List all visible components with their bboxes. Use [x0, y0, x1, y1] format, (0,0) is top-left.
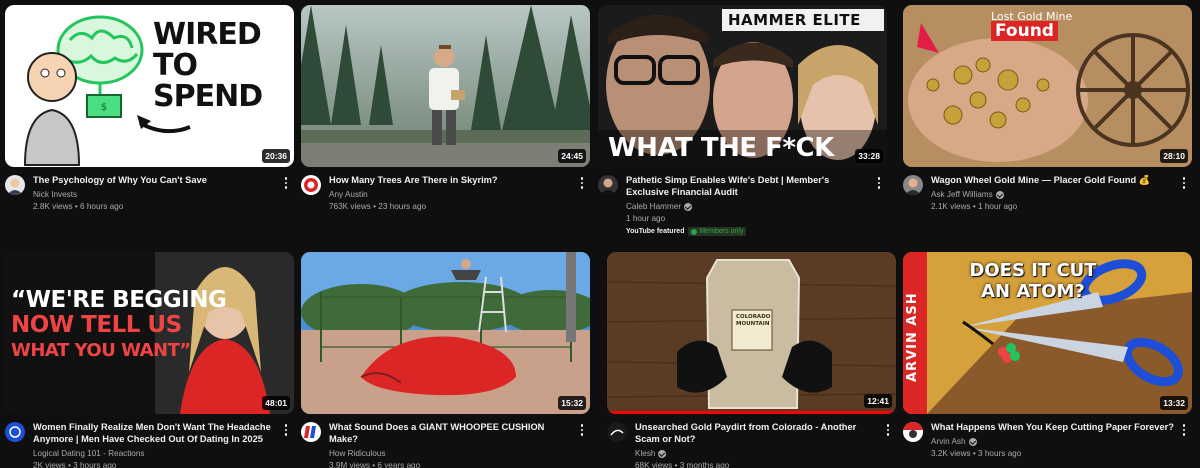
avatar[interactable]	[5, 175, 25, 195]
channel-name[interactable]: How Ridiculous	[329, 448, 385, 459]
verified-icon	[995, 190, 1004, 199]
thumbnail-image	[301, 252, 590, 414]
video-stats: 2.1K views • 1 hour ago	[931, 202, 1018, 211]
video-thumbnail[interactable]: ARVIN ASH DOES IT CUT AN ATOM? 13:32	[903, 252, 1192, 414]
video-title[interactable]: What Sound Does a GIANT WHOOPEE CUSHION …	[329, 421, 572, 445]
svg-text:$: $	[101, 102, 107, 113]
video-card[interactable]: 24:45 How Many Trees Are There in Skyrim…	[301, 5, 590, 212]
more-actions-icon[interactable]	[576, 421, 588, 439]
video-stats: 763K views • 23 hours ago	[329, 202, 427, 211]
channel-name[interactable]: Logical Dating 101 - Reactions	[33, 448, 145, 459]
thumbnail-image	[903, 5, 1192, 167]
thumbnail-image	[607, 252, 896, 414]
verified-icon	[968, 437, 977, 446]
verified-icon	[684, 202, 693, 211]
more-actions-icon[interactable]	[882, 421, 894, 439]
watch-progress-bar	[607, 411, 896, 414]
more-actions-icon[interactable]	[1178, 421, 1190, 439]
video-title[interactable]: Women Finally Realize Men Don't Want The…	[33, 421, 276, 445]
channel-name[interactable]: Klesh	[635, 448, 655, 459]
duration-badge: 15:32	[558, 396, 586, 410]
members-only-badge: Members only	[688, 227, 747, 236]
avatar[interactable]	[903, 422, 923, 442]
duration-badge: 33:28	[855, 149, 883, 163]
avatar[interactable]	[903, 175, 923, 195]
video-title[interactable]: What Happens When You Keep Cutting Paper…	[931, 421, 1174, 433]
video-card[interactable]: ARVIN ASH DOES IT CUT AN ATOM? 13:32 Wha…	[903, 252, 1192, 459]
video-stats: 2K views • 3 hours ago	[33, 461, 117, 468]
video-thumbnail[interactable]: COLORADO MOUNTAIN 12:41	[607, 252, 896, 414]
video-title[interactable]: How Many Trees Are There in Skyrim?	[329, 174, 572, 186]
thumbnail-image: $	[5, 5, 294, 167]
channel-name[interactable]: Caleb Hammer	[626, 201, 681, 212]
video-stats: 68K views • 3 months ago	[635, 461, 730, 468]
more-actions-icon[interactable]	[873, 174, 885, 192]
avatar[interactable]	[598, 175, 618, 195]
duration-badge: 13:32	[1160, 396, 1188, 410]
video-title[interactable]: Wagon Wheel Gold Mine — Placer Gold Foun…	[931, 174, 1174, 186]
channel-name[interactable]: Any Austin	[329, 189, 368, 200]
duration-badge: 24:45	[558, 149, 586, 163]
more-actions-icon[interactable]	[576, 174, 588, 192]
avatar[interactable]	[607, 422, 627, 442]
members-icon	[691, 228, 698, 235]
video-thumbnail[interactable]: HAMMER ELITE WHAT THE F*CK 33:28	[598, 5, 887, 167]
video-thumbnail[interactable]: 15:32	[301, 252, 590, 414]
more-actions-icon[interactable]	[280, 174, 292, 192]
video-title[interactable]: Pathetic Simp Enables Wife's Debt | Memb…	[626, 174, 869, 198]
duration-badge: 48:01	[262, 396, 290, 410]
video-thumbnail[interactable]: “WE'RE BEGGING NOW TELL US WHAT YOU WANT…	[5, 252, 294, 414]
avatar[interactable]	[301, 422, 321, 442]
video-stats: 3.2K views • 3 hours ago	[931, 449, 1022, 458]
thumbnail-image	[598, 5, 887, 167]
channel-name[interactable]: Nick Invests	[33, 189, 77, 200]
youtube-featured-badge: YouTube featured	[626, 228, 685, 235]
video-title[interactable]: Unsearched Gold Paydirt from Colorado - …	[635, 421, 878, 445]
more-actions-icon[interactable]	[280, 421, 292, 439]
video-stats: 2.8K views • 6 hours ago	[33, 202, 124, 211]
more-actions-icon[interactable]	[1178, 174, 1190, 192]
avatar[interactable]	[5, 422, 25, 442]
duration-badge: 12:41	[864, 394, 892, 408]
thumbnail-image	[903, 252, 1192, 414]
verified-icon	[658, 449, 667, 458]
video-thumbnail[interactable]: $ WIRED TO SPEND 20:36	[5, 5, 294, 167]
thumbnail-image	[5, 252, 294, 414]
video-card[interactable]: COLORADO MOUNTAIN 12:41 Unsearched Gold …	[607, 252, 896, 468]
video-card[interactable]: “WE'RE BEGGING NOW TELL US WHAT YOU WANT…	[5, 252, 294, 468]
thumbnail-image	[301, 5, 590, 167]
channel-name[interactable]: Ask Jeff Williams	[931, 189, 993, 200]
video-stats: 1 hour ago	[626, 214, 666, 223]
video-card[interactable]: 15:32 What Sound Does a GIANT WHOOPEE CU…	[301, 252, 590, 468]
duration-badge: 28:10	[1160, 149, 1188, 163]
avatar[interactable]	[301, 175, 321, 195]
video-stats: 3.9M views • 6 years ago	[329, 461, 421, 468]
duration-badge: 20:36	[262, 149, 290, 163]
video-thumbnail[interactable]: Lost Gold Mine Found 28:10	[903, 5, 1192, 167]
video-title[interactable]: The Psychology of Why You Can't Save	[33, 174, 276, 186]
channel-name[interactable]: Arvin Ash	[931, 436, 966, 447]
members-only-label: Members only	[699, 228, 744, 235]
video-card[interactable]: Lost Gold Mine Found 28:10 Wagon Wheel G…	[903, 5, 1192, 212]
video-card[interactable]: $ WIRED TO SPEND 20:36 The Psychology of…	[5, 5, 294, 212]
video-thumbnail[interactable]: 24:45	[301, 5, 590, 167]
video-card[interactable]: HAMMER ELITE WHAT THE F*CK 33:28 Patheti…	[598, 5, 887, 236]
